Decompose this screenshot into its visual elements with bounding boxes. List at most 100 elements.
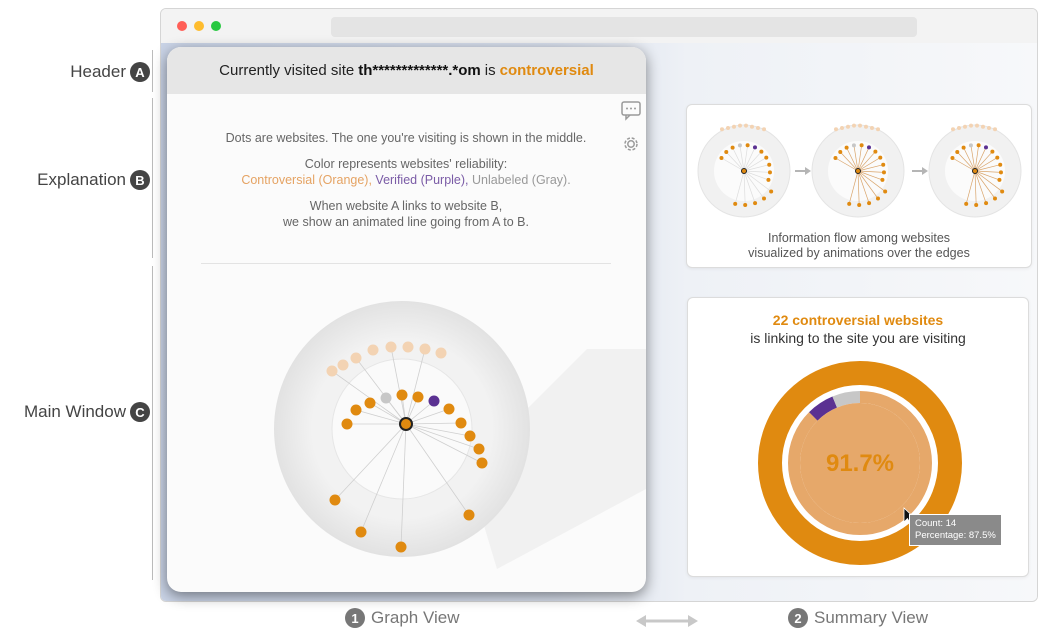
flow-node (974, 202, 979, 207)
flow-node (840, 126, 844, 130)
flow-node (767, 170, 772, 175)
flow-arrow-head (805, 167, 811, 175)
summary-subtitle: is linking to the site you are visiting (750, 330, 966, 346)
label-header-badge: A (130, 62, 150, 82)
flow-node (964, 201, 969, 206)
website-node[interactable] (396, 389, 408, 401)
website-node[interactable] (350, 404, 362, 416)
flow-node (852, 123, 856, 128)
website-node[interactable] (326, 365, 338, 377)
close-window-dot[interactable] (177, 21, 187, 31)
label-main-window: Main Window C (0, 400, 150, 424)
website-node[interactable] (385, 341, 397, 353)
label-header: Header A (0, 60, 150, 84)
flow-node (744, 123, 748, 128)
flow-node (759, 149, 764, 154)
footer-summary-view: 2 Summary View (788, 608, 928, 628)
website-node[interactable] (464, 430, 476, 442)
flow-node (878, 155, 883, 160)
flow-caption-line-1: Information flow among websites (767, 231, 951, 245)
website-node[interactable] (443, 403, 455, 415)
website-node[interactable] (395, 541, 407, 553)
flow-node (992, 196, 997, 201)
label-header-text: Header (70, 62, 126, 81)
graph-view-label: Graph View (371, 608, 460, 627)
comment-icon[interactable] (620, 99, 642, 121)
gear-icon[interactable] (620, 133, 642, 155)
maximize-window-dot[interactable] (211, 21, 221, 31)
tooltip-percentage: Percentage: 87.5% (915, 530, 996, 541)
flow-node (743, 202, 748, 207)
flow-node (870, 126, 874, 130)
flow-node (847, 201, 852, 206)
flow-node (963, 124, 967, 129)
flow-node (851, 143, 856, 148)
flow-center-node (741, 168, 747, 174)
graph-view-panel: Currently visited site th*************.*… (167, 47, 646, 592)
summary-view-badge: 2 (788, 608, 808, 628)
website-node[interactable] (367, 344, 379, 356)
flow-node (880, 177, 885, 182)
flow-node (858, 123, 862, 128)
minimize-window-dot[interactable] (194, 21, 204, 31)
flow-center-node (855, 168, 861, 174)
flow-node (738, 123, 742, 128)
website-node[interactable] (402, 341, 414, 353)
bracket-main-window (152, 266, 153, 580)
website-node[interactable] (428, 395, 440, 407)
flow-node (762, 127, 766, 132)
flow-node (983, 145, 988, 150)
flow-node (726, 126, 730, 130)
website-node[interactable] (350, 352, 362, 364)
flow-node (730, 145, 735, 150)
header-site: th*************.*om (358, 62, 481, 79)
information-flow-card: Information flow among websites visualiz… (686, 104, 1032, 268)
flow-node (969, 123, 973, 128)
tooltip-count: Count: 14 (915, 518, 957, 529)
label-explanation-text: Explanation (37, 170, 126, 189)
double-arrow-icon (636, 615, 698, 627)
label-main-window-text: Main Window (23, 402, 126, 421)
flow-node (769, 189, 774, 194)
website-node[interactable] (341, 418, 353, 430)
flow-caption-line-2: visualized by animations over the edges (748, 246, 970, 260)
flow-node (998, 170, 1003, 175)
flow-node (976, 143, 981, 148)
flow-node (975, 123, 979, 128)
website-node[interactable] (329, 494, 341, 506)
flow-node (756, 126, 760, 130)
flow-node (767, 162, 772, 167)
flow-center-node (972, 168, 978, 174)
summary-tooltip: Count: 14 Percentage: 87.5% (909, 514, 1002, 546)
flow-node (984, 201, 989, 206)
footer-graph-view: 1 Graph View (345, 608, 460, 628)
explanation-line-1: Dots are websites. The one you're visiti… (225, 131, 587, 145)
website-node[interactable] (419, 343, 431, 355)
flow-diagrams (697, 123, 1022, 218)
label-main-window-badge: C (130, 402, 150, 422)
flow-node (867, 201, 872, 206)
website-node[interactable] (473, 443, 485, 455)
website-node[interactable] (380, 392, 392, 404)
explanation-divider (201, 263, 611, 264)
flow-node (737, 143, 742, 148)
legend-unlabeled: Unlabeled (Gray). (472, 173, 571, 187)
summary-percentage: 91.7% (826, 450, 894, 477)
website-node[interactable] (463, 509, 475, 521)
website-node[interactable] (435, 347, 447, 359)
flow-node (987, 126, 991, 130)
center-site-node[interactable] (399, 417, 413, 431)
website-node[interactable] (412, 391, 424, 403)
website-node[interactable] (364, 397, 376, 409)
website-node[interactable] (476, 457, 488, 469)
flow-node (950, 156, 955, 160)
address-bar[interactable] (331, 17, 917, 37)
flow-node (766, 177, 771, 182)
website-node[interactable] (455, 417, 467, 429)
flow-node (998, 162, 1003, 167)
legend-controversial: Controversial (Orange), (241, 173, 372, 187)
website-node[interactable] (337, 359, 349, 371)
bracket-explanation (152, 98, 153, 258)
flow-node (733, 201, 738, 206)
website-node[interactable] (355, 526, 367, 538)
